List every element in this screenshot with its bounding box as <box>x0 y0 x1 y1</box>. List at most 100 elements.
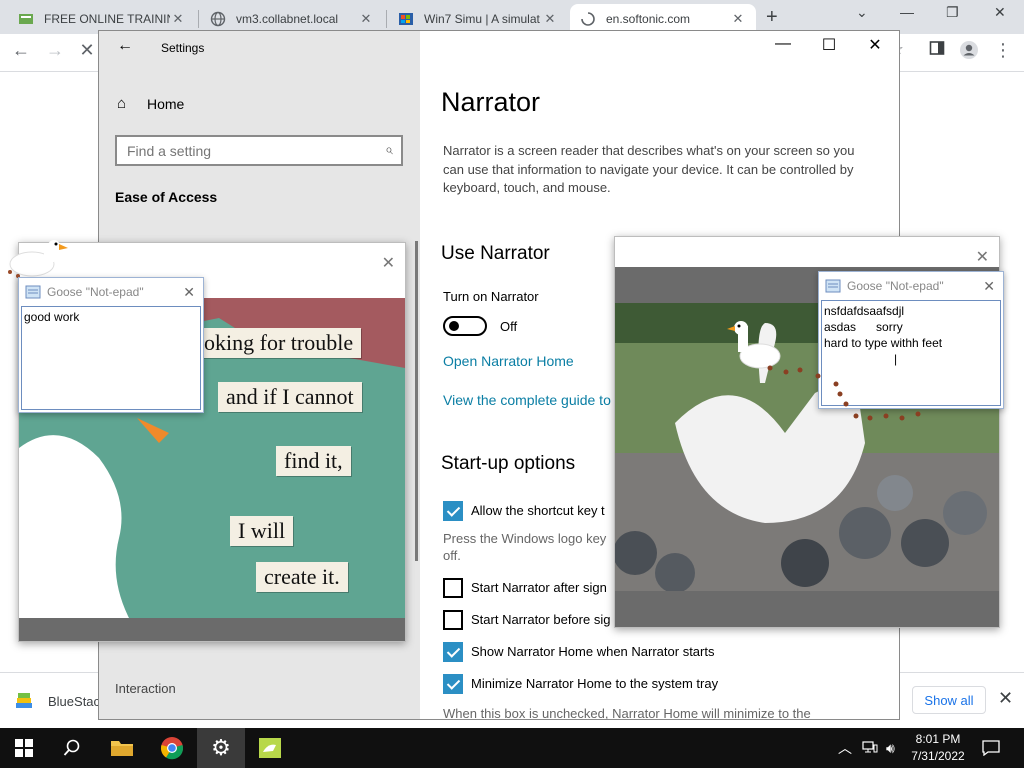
windows-favicon-icon <box>399 13 413 25</box>
show-narrator-home-checkbox[interactable] <box>443 642 463 662</box>
profile-avatar-icon[interactable] <box>956 40 982 65</box>
goose-app-icon <box>259 738 281 758</box>
taskbar-settings[interactable]: ⚙ <box>197 728 245 768</box>
close-notepad-icon[interactable]: ✕ <box>183 284 195 301</box>
tab-separator <box>198 10 199 28</box>
minimize-to-tray-checkbox[interactable] <box>443 674 463 694</box>
clock-date: 7/31/2022 <box>911 749 965 763</box>
network-svg <box>862 740 878 752</box>
close-tab-icon[interactable]: ✕ <box>542 11 558 27</box>
network-icon[interactable] <box>862 740 878 757</box>
meme-note: and if I cannot <box>218 382 362 412</box>
search-icon[interactable]: ⌕ <box>385 141 393 158</box>
open-narrator-home-link[interactable]: Open Narrator Home <box>443 353 574 369</box>
folder-icon <box>111 741 133 756</box>
taskbar-goose-app[interactable] <box>246 728 294 768</box>
sidebar-scrollbar[interactable] <box>415 241 418 561</box>
volume-icon[interactable]: 🔊︎ <box>886 740 895 757</box>
browser-tab-strip: FREE ONLINE TRAINING ✕ vm3.collabnet.loc… <box>0 0 1024 34</box>
find-setting-box: ⌕ <box>115 135 403 166</box>
checkbox-label: Allow the shortcut key t <box>471 503 605 518</box>
notifications-icon[interactable] <box>982 728 1000 768</box>
meme-note: oking for trouble <box>196 328 362 358</box>
turn-on-narrator-label: Turn on Narrator <box>443 289 539 304</box>
show-hidden-icons-chevron-icon[interactable]: ︿ <box>838 738 852 758</box>
shortcut-description-cont: off. <box>443 548 461 563</box>
restore-browser-icon[interactable]: ❐ <box>946 4 959 21</box>
find-setting-input[interactable] <box>117 137 367 164</box>
start-button[interactable] <box>0 728 48 768</box>
gear-icon: ⚙ <box>211 735 231 760</box>
narrator-toggle[interactable] <box>443 316 487 336</box>
notepad-title: Goose "Not-epad" <box>47 285 144 299</box>
tab-title: en.softonic.com <box>606 12 691 26</box>
minimize-description: When this box is unchecked, Narrator Hom… <box>443 706 811 720</box>
close-tab-icon[interactable]: ✕ <box>358 11 374 27</box>
checkbox-label: Minimize Narrator Home to the system tra… <box>471 676 719 691</box>
show-all-downloads-button[interactable]: Show all <box>912 686 986 714</box>
narrator-description: Narrator is a screen reader that describ… <box>443 143 855 195</box>
maximize-window-icon[interactable]: ☐ <box>809 35 849 55</box>
tab-title: Win7 Simu | A simulat <box>424 12 540 26</box>
close-tab-icon[interactable]: ✕ <box>170 11 186 27</box>
goose-notepad-left[interactable]: Goose "Not-epad" ✕ good work <box>18 277 204 413</box>
checkbox-label: Start Narrator after sign <box>471 580 607 595</box>
tab-title: FREE ONLINE TRAINING <box>44 12 170 26</box>
startup-options-heading: Start-up options <box>441 453 576 474</box>
meme-note: I will <box>230 516 294 546</box>
bluestacks-icon <box>16 693 32 708</box>
shortcut-key-checkbox[interactable] <box>443 501 463 521</box>
action-center-icon <box>982 740 1000 756</box>
meme-note: create it. <box>256 562 348 592</box>
close-window-icon[interactable]: ✕ <box>976 247 989 267</box>
start-after-signin-checkbox[interactable] <box>443 578 463 598</box>
goose-footprints <box>767 365 921 421</box>
taskbar-chrome[interactable] <box>148 728 196 768</box>
minimize-window-icon[interactable]: — <box>763 35 803 53</box>
tab-separator <box>386 10 387 28</box>
close-tab-icon[interactable]: ✕ <box>730 11 746 27</box>
loading-spinner-icon <box>581 12 595 26</box>
forward-arrow-icon[interactable]: → <box>42 40 68 61</box>
back-arrow-icon[interactable]: ← <box>8 40 34 61</box>
use-narrator-heading: Use Narrator <box>441 243 550 264</box>
system-tray: ︿ 🔊︎ <box>838 728 895 768</box>
download-item[interactable]: BlueStac <box>14 691 100 711</box>
windows-taskbar: ⚙ ︿ 🔊︎ 8:01 PM 7/31/2022 <box>0 728 1024 768</box>
kebab-menu-icon[interactable]: ⋮ <box>990 40 1016 61</box>
side-panel-svg <box>929 41 945 55</box>
close-window-icon[interactable]: ✕ <box>382 253 395 273</box>
desktop-goose-icon[interactable] <box>4 236 74 280</box>
tab-search-chevron-icon[interactable]: ⌄ <box>856 4 868 21</box>
minimize-browser-icon[interactable]: — <box>900 4 914 20</box>
close-window-icon[interactable]: ✕ <box>855 35 895 55</box>
tab-title: vm3.collabnet.local <box>236 12 339 26</box>
training-favicon-icon <box>19 14 33 24</box>
new-tab-button[interactable]: + <box>766 6 778 29</box>
download-filename: BlueStac <box>48 693 101 709</box>
stop-loading-icon[interactable]: ✕ <box>74 40 100 61</box>
system-clock[interactable]: 8:01 PM 7/31/2022 <box>898 731 978 765</box>
close-notepad-icon[interactable]: ✕ <box>983 278 995 295</box>
start-before-signin-checkbox[interactable] <box>443 610 463 630</box>
notepad-icon <box>25 285 41 299</box>
sidebar-item-home[interactable]: ⌂ Home <box>117 95 184 112</box>
sidebar-group-interaction: Interaction <box>115 681 176 696</box>
checkbox-label: Show Narrator Home when Narrator starts <box>471 644 715 659</box>
avatar-svg <box>960 41 978 59</box>
window-bottom-bar <box>19 618 405 641</box>
narrator-guide-link[interactable]: View the complete guide to <box>443 392 611 408</box>
notepad-text-area[interactable]: good work <box>21 306 201 410</box>
notepad-icon <box>825 279 841 293</box>
close-download-bar-icon[interactable]: ✕ <box>998 688 1013 709</box>
close-browser-icon[interactable]: ✕ <box>994 4 1006 21</box>
taskbar-file-explorer[interactable] <box>98 728 146 768</box>
windows-logo-icon <box>15 739 33 757</box>
shortcut-description: Press the Windows logo key <box>443 531 607 546</box>
search-button[interactable] <box>48 728 96 768</box>
meme-note: find it, <box>276 446 351 476</box>
back-arrow-icon[interactable]: ← <box>117 37 133 55</box>
side-panel-icon[interactable] <box>924 40 950 61</box>
notepad-titlebar: Goose "Not-epad" ✕ <box>19 278 203 306</box>
section-title: Ease of Access <box>115 189 218 205</box>
